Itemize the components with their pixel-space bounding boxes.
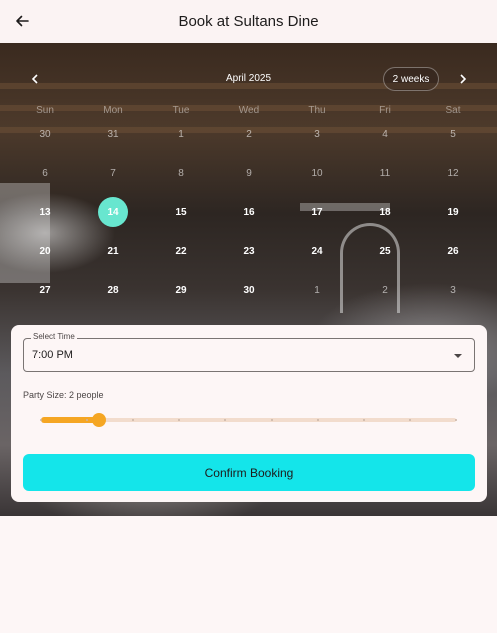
- calendar-day[interactable]: 1: [166, 119, 196, 149]
- calendar-day[interactable]: 28: [98, 275, 128, 305]
- party-size-slider[interactable]: [40, 411, 457, 429]
- slider-tick: [316, 419, 319, 421]
- calendar-day[interactable]: 23: [234, 236, 264, 266]
- slider-tick: [270, 419, 273, 421]
- calendar-day[interactable]: 15: [166, 197, 196, 227]
- calendar-day[interactable]: 2: [234, 119, 264, 149]
- calendar-day[interactable]: 3: [302, 119, 332, 149]
- weekday-label: Thu: [308, 105, 326, 116]
- calendar-day[interactable]: 3: [438, 275, 468, 305]
- slider-tick: [408, 419, 411, 421]
- calendar-day-selected[interactable]: 14: [98, 197, 128, 227]
- format-toggle-button[interactable]: 2 weeks: [383, 67, 439, 91]
- time-select-value: 7:00 PM: [32, 349, 73, 361]
- slider-thumb[interactable]: [92, 413, 107, 427]
- calendar-day[interactable]: 21: [98, 236, 128, 266]
- next-month-button[interactable]: [453, 69, 473, 89]
- calendar-day[interactable]: 2: [370, 275, 400, 305]
- time-select[interactable]: Select Time 7:00 PM: [23, 332, 475, 372]
- slider-tick: [455, 419, 457, 421]
- calendar-day[interactable]: 5: [438, 119, 468, 149]
- calendar-day[interactable]: 9: [234, 158, 264, 188]
- calendar-day[interactable]: 30: [30, 119, 60, 149]
- calendar-day[interactable]: 10: [302, 158, 332, 188]
- weekday-label: Sat: [445, 105, 461, 116]
- calendar-day[interactable]: 12: [438, 158, 468, 188]
- calendar-day[interactable]: 11: [370, 158, 400, 188]
- calendar-day[interactable]: 25: [370, 236, 400, 266]
- weekday-label: Fri: [379, 105, 391, 116]
- calendar-day[interactable]: 22: [166, 236, 196, 266]
- dropdown-arrow-icon: [454, 354, 462, 358]
- weekday-label: Wed: [238, 105, 260, 116]
- confirm-booking-button[interactable]: Confirm Booking: [23, 454, 475, 491]
- weekday-label: Tue: [172, 105, 190, 116]
- time-select-label: Select Time: [31, 332, 77, 341]
- calendar-day[interactable]: 16: [234, 197, 264, 227]
- calendar-day[interactable]: 4: [370, 119, 400, 149]
- calendar-day[interactable]: 7: [98, 158, 128, 188]
- calendar-day[interactable]: 19: [438, 197, 468, 227]
- page-title: Book at Sultans Dine: [178, 13, 319, 30]
- calendar-day[interactable]: 1: [302, 275, 332, 305]
- calendar-day[interactable]: 27: [30, 275, 60, 305]
- calendar-header: April 2025 2 weeks: [0, 63, 497, 95]
- slider-active-track: [41, 417, 100, 423]
- app-bar: Book at Sultans Dine: [0, 0, 497, 43]
- calendar-day[interactable]: 17: [302, 197, 332, 227]
- calendar-day[interactable]: 8: [166, 158, 196, 188]
- chevron-right-icon: [460, 74, 467, 84]
- calendar-day[interactable]: 31: [98, 119, 128, 149]
- booking-panel: Select Time 7:00 PM Party Size: 2 people…: [11, 325, 487, 502]
- weekday-label: Mon: [103, 105, 123, 116]
- calendar-day[interactable]: 13: [30, 197, 60, 227]
- calendar-day[interactable]: 29: [166, 275, 196, 305]
- weekday-label: Sun: [36, 105, 54, 116]
- slider-tick: [362, 419, 365, 421]
- calendar-day[interactable]: 6: [30, 158, 60, 188]
- arrow-left-icon: [16, 15, 29, 27]
- calendar-day[interactable]: 26: [438, 236, 468, 266]
- calendar-day[interactable]: 24: [302, 236, 332, 266]
- calendar-day[interactable]: 18: [370, 197, 400, 227]
- party-size-label: Party Size: 2 people: [23, 390, 104, 400]
- back-button[interactable]: [8, 7, 36, 35]
- calendar-day[interactable]: 20: [30, 236, 60, 266]
- slider-tick: [40, 419, 42, 421]
- calendar-day[interactable]: 30: [234, 275, 264, 305]
